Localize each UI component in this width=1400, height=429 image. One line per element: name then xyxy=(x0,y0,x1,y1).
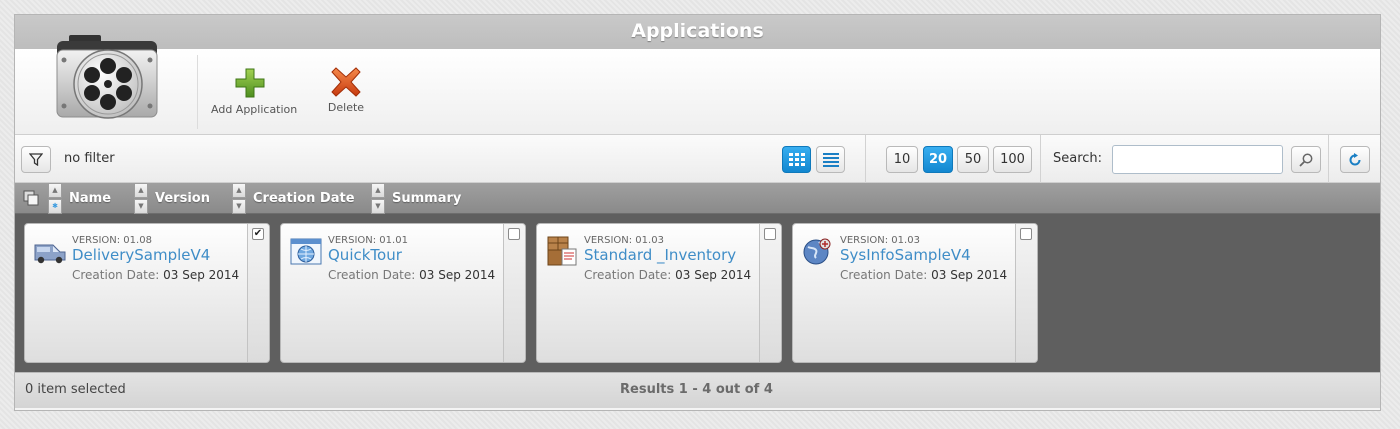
creation-date-value: 03 Sep 2014 xyxy=(931,268,1008,282)
sort-down-icon[interactable]: ▼ xyxy=(371,199,385,214)
page-size-10-button[interactable]: 10 xyxy=(886,146,918,173)
refresh-button[interactable] xyxy=(1340,146,1370,173)
app-card-quicktour[interactable]: VERSION: 01.01 QuickTour Creation Date: … xyxy=(280,223,526,363)
applications-window: Applications Add Application Delete no f… xyxy=(14,14,1381,411)
column-creation-date[interactable]: Creation Date xyxy=(253,183,355,214)
toolbar: Add Application Delete xyxy=(15,35,1380,135)
page-size-20-button[interactable]: 20 xyxy=(923,146,953,173)
card-checkbox[interactable]: ✔ xyxy=(252,228,264,240)
app-card-sysinfosamplev4[interactable]: VERSION: 01.03 SysInfoSampleV4 Creation … xyxy=(792,223,1038,363)
pager-separator xyxy=(1040,135,1041,183)
magnifier-icon xyxy=(1299,153,1313,167)
card-select-strip[interactable] xyxy=(503,224,525,362)
window-title: Applications xyxy=(15,15,1380,49)
selection-count: 0 item selected xyxy=(25,382,126,397)
card-name-link[interactable]: Standard _Inventory xyxy=(584,246,736,264)
delete-x-icon xyxy=(331,67,361,97)
card-creation-date: Creation Date: 03 Sep 2014 xyxy=(584,268,751,282)
toolbar-separator xyxy=(197,55,198,129)
card-select-strip[interactable] xyxy=(759,224,781,362)
sort-up-icon[interactable]: ▲ xyxy=(48,183,62,198)
app-card-deliverysamplev4[interactable]: ✔ VERSION: 01.08 DeliverySampleV4 Creati… xyxy=(24,223,270,363)
card-select-strip[interactable] xyxy=(247,224,269,362)
search-separator xyxy=(1328,135,1329,183)
grid-view-button[interactable] xyxy=(782,146,811,173)
list-view-button[interactable] xyxy=(816,146,845,173)
column-header: ▲ ✱ Name ▲ ▼ Version ▲ ▼ Creation Date ▲… xyxy=(15,183,1380,214)
card-name-link[interactable]: QuickTour xyxy=(328,246,402,264)
sort-down-icon[interactable]: ▼ xyxy=(134,199,148,214)
filter-status: no filter xyxy=(64,151,115,166)
sort-down-icon[interactable]: ▼ xyxy=(232,199,246,214)
card-version: VERSION: 01.01 xyxy=(328,235,408,246)
sort-up-icon[interactable]: ▲ xyxy=(371,183,385,198)
card-checkbox[interactable] xyxy=(1020,228,1032,240)
globe-icon xyxy=(801,235,835,267)
status-bar: 0 item selected Results 1 - 4 out of 4 xyxy=(15,372,1380,408)
card-select-strip[interactable] xyxy=(1015,224,1037,362)
card-creation-date: Creation Date: 03 Sep 2014 xyxy=(840,268,1007,282)
grid-icon xyxy=(788,152,805,166)
card-name-link[interactable]: DeliverySampleV4 xyxy=(72,246,210,264)
page-size-50-button[interactable]: 50 xyxy=(957,146,989,173)
app-card-standard-inventory[interactable]: VERSION: 01.03 Standard _Inventory Creat… xyxy=(536,223,782,363)
add-application-label: Add Application xyxy=(211,103,298,116)
search-label: Search: xyxy=(1053,151,1103,166)
plus-icon xyxy=(235,68,265,98)
card-creation-date: Creation Date: 03 Sep 2014 xyxy=(328,268,495,282)
results-summary: Results 1 - 4 out of 4 xyxy=(620,382,773,397)
search-input[interactable] xyxy=(1112,145,1283,174)
creation-date-value: 03 Sep 2014 xyxy=(675,268,752,282)
van-icon xyxy=(33,235,67,267)
card-version: VERSION: 01.03 xyxy=(584,235,664,246)
search-button[interactable] xyxy=(1291,146,1321,173)
card-version: VERSION: 01.08 xyxy=(72,235,152,246)
sort-up-icon[interactable]: ▲ xyxy=(232,183,246,198)
delete-button[interactable]: Delete xyxy=(325,67,367,114)
card-version: VERSION: 01.03 xyxy=(840,235,920,246)
web-window-icon xyxy=(289,235,323,267)
summary-sort-control[interactable]: ▲ ▼ xyxy=(371,183,385,214)
delete-label: Delete xyxy=(327,101,365,114)
version-sort-control[interactable]: ▲ ▼ xyxy=(134,183,148,214)
page-size-100-button[interactable]: 100 xyxy=(993,146,1032,173)
inventory-boxes-icon xyxy=(545,235,579,267)
card-name-link[interactable]: SysInfoSampleV4 xyxy=(840,246,971,264)
creation-date-value: 03 Sep 2014 xyxy=(419,268,496,282)
name-sort-control[interactable]: ▲ ✱ xyxy=(48,183,62,214)
card-checkbox[interactable] xyxy=(764,228,776,240)
sort-down-icon[interactable]: ✱ xyxy=(48,199,62,214)
creation-date-label: Creation Date: xyxy=(584,268,672,282)
filter-funnel-icon xyxy=(29,153,43,166)
list-icon xyxy=(822,152,839,167)
creation-date-value: 03 Sep 2014 xyxy=(163,268,240,282)
card-checkbox[interactable] xyxy=(508,228,520,240)
creation-date-label: Creation Date: xyxy=(840,268,928,282)
card-creation-date: Creation Date: 03 Sep 2014 xyxy=(72,268,239,282)
refresh-icon xyxy=(1349,152,1361,165)
select-all-icon[interactable] xyxy=(23,190,39,206)
sort-up-icon[interactable]: ▲ xyxy=(134,183,148,198)
filter-separator xyxy=(865,135,866,183)
column-version[interactable]: Version xyxy=(155,183,210,214)
column-name[interactable]: Name xyxy=(69,183,111,214)
add-application-button[interactable]: Add Application xyxy=(211,67,298,116)
creation-date-sort-control[interactable]: ▲ ▼ xyxy=(232,183,246,214)
creation-date-label: Creation Date: xyxy=(328,268,416,282)
filter-bar: no filter 10 20 50 100 Search: xyxy=(15,135,1380,183)
film-folder-icon xyxy=(55,32,159,122)
creation-date-label: Creation Date: xyxy=(72,268,160,282)
column-summary[interactable]: Summary xyxy=(392,183,461,214)
filter-button[interactable] xyxy=(21,146,51,173)
applications-grid: ✔ VERSION: 01.08 DeliverySampleV4 Creati… xyxy=(15,214,1380,372)
